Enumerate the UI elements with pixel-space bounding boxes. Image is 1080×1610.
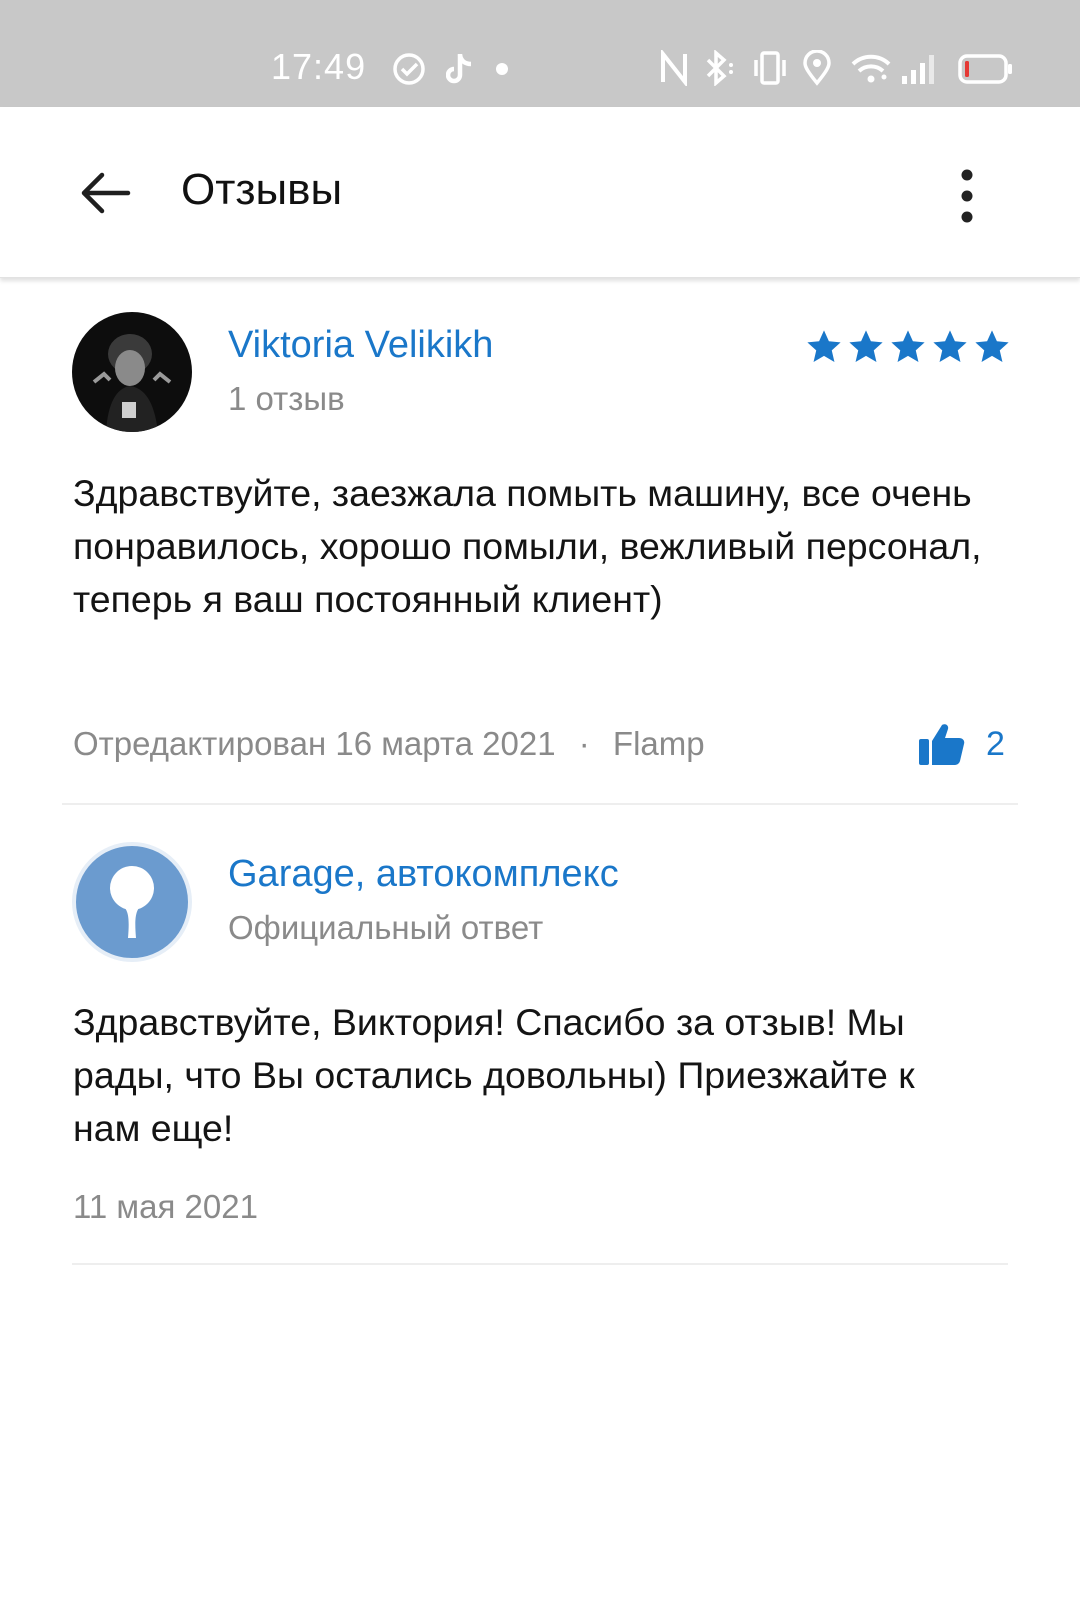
official-reply-label: Официальный ответ: [228, 909, 544, 946]
reviewer-name[interactable]: Viktoria Velikikh: [228, 324, 493, 367]
star-icon: [849, 330, 883, 363]
dot-icon: [496, 62, 508, 80]
reviewer-review-count: 1 отзыв: [228, 380, 345, 417]
reviewer-avatar[interactable]: [72, 312, 192, 432]
status-bar: 17:49: [0, 0, 1080, 107]
review-edited-date: Отредактирован 16 марта 2021: [73, 725, 556, 762]
like-count: 2: [986, 724, 1005, 763]
like-button[interactable]: 2: [918, 722, 1005, 766]
status-time: 17:49: [271, 46, 367, 87]
star-icon: [975, 330, 1009, 363]
more-options-button[interactable]: [952, 169, 982, 225]
location-icon: [802, 49, 832, 91]
bluetooth-icon: [702, 49, 738, 91]
meta-separator: ·: [578, 725, 590, 762]
rating-stars: [805, 328, 1011, 372]
vibrate-icon: [752, 50, 788, 91]
reply-divider: [72, 1263, 1008, 1265]
thumbs-up-icon: [919, 724, 965, 765]
tiktok-icon: [445, 52, 476, 91]
app-bar: Отзывы: [0, 107, 1080, 278]
check-circle-icon: [392, 52, 426, 91]
battery-icon: [958, 54, 1014, 89]
review-text: Здравствуйте, заезжала помыть машину, вс…: [73, 472, 982, 620]
nfc-icon: [660, 48, 688, 91]
star-icon: [807, 330, 841, 363]
arrow-left-icon: [81, 172, 131, 214]
page-title: Отзывы: [181, 165, 343, 214]
back-button[interactable]: [78, 165, 134, 221]
review-meta: Отредактирован 16 марта 2021 · Flamp: [73, 725, 705, 763]
signal-icon: [900, 50, 936, 91]
reply-date: 11 мая 2021: [73, 1188, 258, 1225]
reply-text: Здравствуйте, Виктория! Спасибо за отзыв…: [73, 1001, 915, 1149]
wifi-icon: [850, 50, 892, 91]
review-source: Flamp: [612, 725, 705, 762]
review-divider: [62, 803, 1018, 805]
reply-avatar: [72, 842, 192, 962]
star-icon: [933, 330, 967, 363]
star-icon: [891, 330, 925, 363]
more-vert-icon: [961, 169, 973, 223]
reply-author-name[interactable]: Garage, автокомплекс: [228, 853, 619, 896]
